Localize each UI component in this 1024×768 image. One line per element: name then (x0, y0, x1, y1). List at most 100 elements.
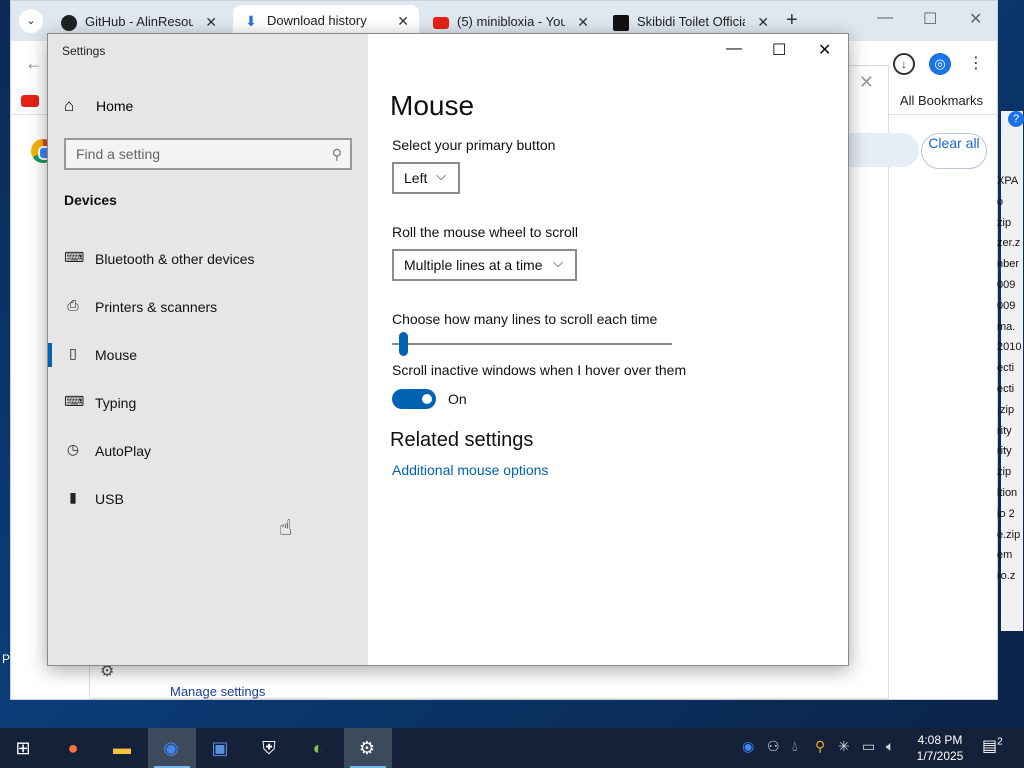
security-icon: ⛨ (262, 738, 276, 758)
settings-window: Settings ⌂ Home Find a setting ⚲ Devices… (47, 33, 849, 666)
nav-autoplay[interactable]: ◷ AutoPlay (48, 431, 368, 471)
settings-content: — ☐ ✕ Mouse Select your primary button L… (368, 34, 848, 665)
file-name-fragment[interactable]: rity (997, 441, 1024, 462)
taskbar-security[interactable]: ⛨ (246, 728, 294, 768)
file-explorer-icon: ▬ (113, 738, 131, 758)
file-name-fragment[interactable]: zer.z (997, 233, 1024, 254)
file-name-fragment[interactable]: nber (997, 254, 1024, 275)
all-bookmarks[interactable]: All Bookmarks (900, 93, 983, 108)
chevron-down-icon: ⌵ (553, 255, 563, 270)
tray-chrome-icon[interactable]: ◉ (742, 738, 754, 755)
github-icon (61, 15, 77, 31)
file-name-fragment[interactable]: rity (997, 421, 1024, 442)
file-name-fragment[interactable]: zip (997, 213, 1024, 234)
lines-label: Choose how many lines to scroll each tim… (392, 311, 658, 327)
file-name-fragment[interactable]: ecti (997, 379, 1024, 400)
close-icon[interactable]: ✕ (859, 72, 874, 93)
clock-time: 4:08 PM (917, 733, 963, 747)
find-setting-input[interactable]: Find a setting ⚲ (64, 138, 352, 170)
chevron-down-icon: ⌵ (436, 168, 446, 183)
file-name-fragment[interactable]: em (997, 545, 1024, 566)
taskbar-remote[interactable]: ▣ (197, 728, 245, 768)
lines-slider-track[interactable] (392, 343, 672, 345)
start-icon: ⊞ (15, 738, 31, 758)
close-button[interactable]: ✕ (818, 40, 831, 60)
file-name-fragment[interactable]: ma. (997, 317, 1024, 338)
primary-button-select[interactable]: Left ⌵ (392, 162, 460, 194)
chrome-icon: ◉ (163, 738, 179, 758)
nav-label: Bluetooth & other devices (95, 251, 255, 267)
taskbar-explorer[interactable]: ▬ (99, 728, 147, 768)
window-title: Settings (62, 44, 106, 58)
profile-icon[interactable]: ◎ (929, 53, 951, 75)
nav-label: AutoPlay (95, 443, 152, 459)
menu-icon[interactable]: ⋮ (965, 53, 987, 75)
settings-sidebar: Settings ⌂ Home Find a setting ⚲ Devices… (48, 34, 368, 665)
file-name-fragment[interactable]: ro.z (997, 566, 1024, 587)
toggle-state: On (448, 391, 467, 407)
lines-slider-thumb[interactable] (399, 332, 409, 356)
nav-label: Mouse (95, 347, 138, 363)
nav-typing[interactable]: ⌨ Typing (48, 383, 368, 423)
downloads-icon[interactable]: ↓ (893, 53, 915, 75)
network-icon[interactable]: ▭ (862, 738, 875, 755)
clear-all-button[interactable]: Clear all (921, 133, 987, 169)
file-name-fragment[interactable]: io 2 (997, 504, 1024, 525)
section-heading: Devices (64, 192, 117, 208)
file-name-fragment[interactable]: o (997, 192, 1024, 213)
file-name-fragment[interactable]: ecti (997, 358, 1024, 379)
nav-mouse[interactable]: ▯ Mouse (48, 335, 368, 375)
printer-icon: ⎙ (67, 297, 79, 313)
remote-desktop-icon: ▣ (211, 738, 229, 758)
file-name-fragment[interactable]: XPA (997, 171, 1024, 192)
help-icon[interactable]: ? (1008, 111, 1024, 127)
bluetooth-devices-icon: ⌨ (64, 249, 85, 265)
taskbar-chrome[interactable]: ◉ (148, 728, 196, 768)
keyboard-icon: ⌨ (64, 393, 85, 409)
firefox-icon: ● (67, 738, 79, 758)
browser-minimize-button[interactable]: — (877, 9, 893, 27)
browser-close-button[interactable]: ✕ (969, 9, 982, 29)
tray-star-icon[interactable]: ✳ (838, 738, 850, 755)
maximize-button[interactable]: ☐ (772, 40, 786, 60)
notification-count: 2 (997, 736, 1003, 748)
additional-mouse-options-link[interactable]: Additional mouse options (392, 462, 548, 478)
file-name-fragment[interactable]: zip (997, 462, 1024, 483)
clock[interactable]: 4:08 PM 1/7/2025 (906, 732, 974, 764)
page-title: Mouse (390, 90, 475, 121)
taskbar-firefox[interactable]: ● (50, 728, 98, 768)
tray-people-icon[interactable]: ⚇ (767, 738, 780, 755)
file-name-fragment[interactable]: 2010 (997, 337, 1024, 358)
file-name-fragment[interactable]: .zip (997, 400, 1024, 421)
toggle-knob (422, 394, 432, 404)
file-name-fragment[interactable]: 009 (997, 296, 1024, 317)
file-name-fragment[interactable]: e.zip (997, 525, 1024, 546)
file-name-fragment[interactable]: 009 (997, 275, 1024, 296)
tv-icon (613, 15, 629, 31)
notification-icon[interactable]: ▤2 (982, 736, 1003, 756)
tray-drop-icon[interactable]: 💧︎ (792, 738, 798, 755)
browser-maximize-button[interactable]: ☐ (923, 9, 937, 29)
search-placeholder: Find a setting (76, 146, 161, 162)
volume-icon[interactable]: 🔈︎ (886, 738, 894, 755)
nav-usb[interactable]: ▮ USB (48, 479, 368, 519)
nav-printers[interactable]: ⎙ Printers & scanners (48, 287, 368, 327)
taskbar-app[interactable]: ◐ (295, 728, 343, 768)
taskbar-settings[interactable]: ⚙ (344, 728, 392, 768)
wheel-scroll-select[interactable]: Multiple lines at a time ⌵ (392, 249, 577, 281)
inactive-scroll-toggle[interactable] (392, 389, 436, 409)
back-button[interactable]: ← (25, 53, 43, 74)
clock-date: 1/7/2025 (916, 749, 964, 763)
youtube-bookmark-icon[interactable] (21, 95, 39, 107)
start-button[interactable]: ⊞ (0, 728, 48, 768)
tray-search-icon[interactable]: ⚲ (815, 738, 825, 755)
autoplay-icon: ◷ (66, 441, 80, 457)
primary-button-label: Select your primary button (392, 137, 556, 153)
manage-settings-link[interactable]: Manage settings (170, 684, 265, 699)
nav-label: USB (95, 491, 124, 507)
nav-bluetooth[interactable]: ⌨ Bluetooth & other devices (48, 239, 368, 279)
tab-search-button[interactable]: ⌄ (19, 9, 43, 33)
new-tab-button[interactable]: + (786, 9, 798, 32)
minimize-button[interactable]: — (726, 40, 742, 58)
file-name-fragment[interactable]: ition (997, 483, 1024, 504)
